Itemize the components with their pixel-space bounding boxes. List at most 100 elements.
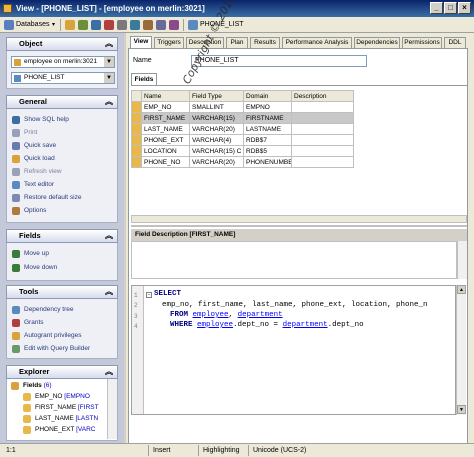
description-scrollbar[interactable] (457, 241, 467, 279)
databases-button[interactable]: Databases (16, 19, 49, 31)
tab-results[interactable]: Results (250, 37, 280, 48)
sql-table-link[interactable]: department (283, 321, 328, 329)
sql-editor[interactable]: 1 2 3 4 − SELECT emp_no, first_name, las… (131, 285, 456, 415)
tab-performance-analysis[interactable]: Performance Analysis (282, 37, 352, 48)
chevron-up-icon[interactable]: ︽ (105, 286, 113, 298)
cell[interactable]: VARCHAR(15) C (189, 145, 244, 157)
sql-table-link[interactable]: employee (193, 311, 229, 319)
field-description-editor[interactable] (131, 241, 457, 279)
column-header[interactable]: Domain (243, 90, 292, 102)
window-list-icon[interactable] (117, 20, 127, 30)
cell[interactable]: PHONENUMBE (243, 156, 292, 168)
print-item[interactable]: Print (12, 128, 37, 138)
autogrant-privileges-item[interactable]: Autogrant privileges (12, 331, 81, 341)
show-sql-help-item[interactable]: Show SQL help (12, 115, 69, 125)
refresh-view-item[interactable]: Refresh view (12, 167, 62, 177)
column-header[interactable]: Description (291, 90, 354, 102)
scroll-up-icon[interactable]: ▲ (457, 285, 466, 294)
grants-item[interactable]: Grants (12, 318, 44, 328)
cell[interactable] (291, 156, 354, 168)
cell[interactable]: VARCHAR(20) (189, 156, 244, 168)
splitter[interactable] (131, 225, 467, 227)
cell[interactable]: LASTNAME (243, 123, 292, 135)
cell[interactable]: LAST_NAME (141, 123, 190, 135)
dropdown-icon[interactable]: ▾ (52, 19, 55, 31)
connection-select[interactable]: employee on merlin:3021 ▼ (11, 56, 115, 68)
close-button[interactable]: × (458, 2, 471, 14)
sql-scrollbar[interactable]: ▲ ▼ (456, 285, 466, 415)
tree-node[interactable]: EMP_NO [EMPNO (23, 392, 90, 402)
lightning-icon[interactable] (65, 20, 75, 30)
table-row-selected[interactable]: FIRST_NAME VARCHAR(15) FIRSTNAME (131, 112, 354, 124)
tab-triggers[interactable]: Triggers (154, 37, 184, 48)
database-icon[interactable] (143, 20, 153, 30)
edit-query-builder-item[interactable]: Edit with Query Builder (12, 344, 90, 354)
sql-table-link[interactable]: department (238, 311, 283, 319)
tab-plan[interactable]: Plan (226, 37, 248, 48)
tab-view[interactable]: View (130, 36, 152, 48)
chevron-down-icon[interactable]: ▼ (104, 73, 114, 83)
move-up-item[interactable]: Move up (12, 249, 49, 259)
text-editor-item[interactable]: Text editor (12, 180, 54, 190)
tab-ddl[interactable]: DDL (444, 37, 466, 48)
explorer-scrollbar[interactable] (107, 379, 117, 439)
tab-dependencies[interactable]: Dependencies (354, 37, 400, 48)
options-item[interactable]: Options (12, 206, 46, 216)
cell[interactable]: VARCHAR(4) (189, 134, 244, 146)
refresh-icon[interactable] (78, 20, 88, 30)
dependency-tree-item[interactable]: Dependency tree (12, 305, 74, 315)
sql-table-link[interactable]: employee (197, 321, 233, 329)
tree-root-fields[interactable]: Fields (6) (11, 381, 52, 391)
restore-default-size-item[interactable]: Restore default size (12, 193, 81, 203)
cell[interactable]: EMPNO (243, 101, 292, 113)
chevron-down-icon[interactable]: ▼ (104, 57, 114, 67)
cell[interactable] (291, 123, 354, 135)
tab-fields[interactable]: Fields (131, 73, 157, 85)
quick-save-item[interactable]: Quick save (12, 141, 56, 151)
cell[interactable] (291, 145, 354, 157)
cell[interactable] (291, 101, 354, 113)
table-row[interactable]: LAST_NAME VARCHAR(20) LASTNAME (131, 123, 354, 135)
table-row[interactable]: EMP_NO SMALLINT EMPNO (131, 101, 354, 113)
minimize-button[interactable]: _ (430, 2, 443, 14)
chevron-up-icon[interactable]: ︽ (105, 38, 113, 50)
object-select[interactable]: PHONE_LIST ▼ (11, 72, 115, 84)
navigator-icon[interactable] (91, 20, 101, 30)
cell[interactable] (291, 134, 354, 146)
table-row[interactable]: PHONE_NO VARCHAR(20) PHONENUMBE (131, 156, 354, 168)
cell[interactable]: PHONE_EXT (141, 134, 190, 146)
tools-icon[interactable] (156, 20, 166, 30)
name-input[interactable]: PHONE_LIST (191, 55, 367, 67)
chevron-up-icon[interactable]: ︽ (105, 96, 113, 108)
cell[interactable]: PHONE_NO (141, 156, 190, 168)
scroll-down-icon[interactable]: ▼ (457, 405, 466, 414)
chevron-up-icon[interactable]: ︽ (105, 230, 113, 242)
table-row[interactable]: LOCATION VARCHAR(15) C RDB$5 (131, 145, 354, 157)
cell[interactable]: RDB$5 (243, 145, 292, 157)
table-row[interactable]: PHONE_EXT VARCHAR(4) RDB$7 (131, 134, 354, 146)
column-header[interactable]: Field Type (189, 90, 244, 102)
explorer-panel-header[interactable]: Explorer ︽ (6, 365, 118, 379)
grid-hscrollbar[interactable] (131, 215, 467, 223)
quick-load-item[interactable]: Quick load (12, 154, 55, 164)
cell[interactable]: FIRST_NAME (141, 112, 190, 124)
general-panel-header[interactable]: General ︽ (6, 95, 118, 109)
maximize-button[interactable]: □ (444, 2, 457, 14)
cell[interactable]: FIRSTNAME (243, 112, 292, 124)
fold-icon[interactable]: − (146, 292, 152, 298)
cell[interactable]: LOCATION (141, 145, 190, 157)
sql-editor-icon[interactable] (104, 20, 114, 30)
move-down-item[interactable]: Move down (12, 263, 57, 273)
properties-icon[interactable] (169, 20, 179, 30)
tree-node[interactable]: PHONE_EXT [VARC (23, 425, 95, 435)
cell[interactable]: EMP_NO (141, 101, 190, 113)
cell[interactable]: VARCHAR(20) (189, 123, 244, 135)
tree-node[interactable]: FIRST_NAME [FIRST (23, 403, 99, 413)
fields-panel-header[interactable]: Fields ︽ (6, 229, 118, 243)
cell[interactable]: RDB$7 (243, 134, 292, 146)
column-header[interactable]: Name (141, 90, 190, 102)
tab-permissions[interactable]: Permissions (402, 37, 442, 48)
tree-node[interactable]: LAST_NAME [LASTN (23, 414, 98, 424)
cell[interactable] (291, 112, 354, 124)
cell[interactable]: VARCHAR(15) (189, 112, 244, 124)
